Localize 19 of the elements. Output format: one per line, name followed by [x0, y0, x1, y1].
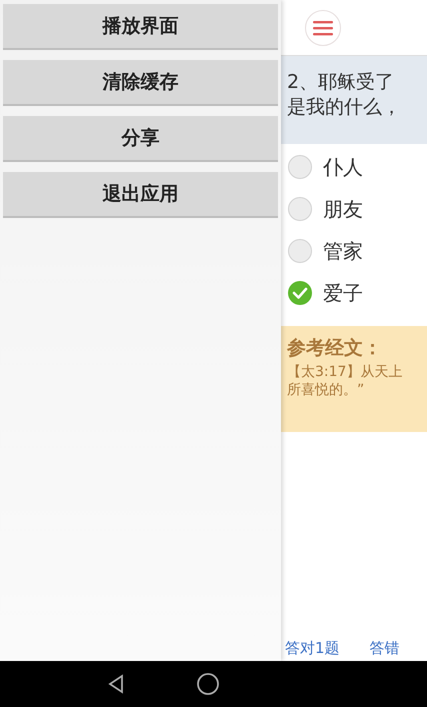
- verse-text: 【太3:17】从天上: [287, 362, 402, 382]
- answer-option[interactable]: 朋友: [287, 194, 421, 224]
- verse-text: 所喜悦的。”: [287, 381, 364, 400]
- back-icon[interactable]: [106, 674, 126, 694]
- stats-link[interactable]: 答错: [370, 636, 400, 659]
- question-text: 2、耶稣受了: [287, 70, 394, 95]
- drawer-menu-button[interactable]: 退出应用: [3, 172, 278, 218]
- answer-option[interactable]: 仆人: [287, 152, 421, 182]
- drawer-menu-button[interactable]: 分享: [3, 116, 278, 162]
- answer-option[interactable]: 爱子: [287, 278, 421, 308]
- home-icon[interactable]: [196, 672, 220, 696]
- drawer-menu-button[interactable]: 清除缓存: [3, 60, 278, 106]
- drawer-menu-button[interactable]: 播放界面: [3, 4, 278, 50]
- menu-icon: [313, 20, 333, 36]
- answer-option[interactable]: 管家: [287, 236, 421, 266]
- reference-title: 参考经文：: [287, 336, 382, 361]
- question-text: 是我的什么，: [287, 94, 401, 120]
- menu-button[interactable]: [305, 10, 341, 46]
- stats-link[interactable]: 答对1题: [285, 636, 340, 659]
